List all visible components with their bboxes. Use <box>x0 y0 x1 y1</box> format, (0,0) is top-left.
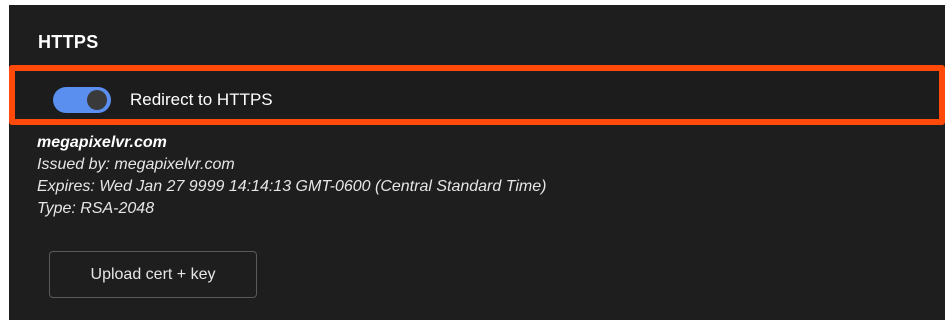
redirect-https-row: Redirect to HTTPS <box>9 65 945 125</box>
certificate-domain: megapixelvr.com <box>37 134 167 151</box>
section-title: HTTPS <box>38 32 99 52</box>
redirect-https-toggle[interactable] <box>53 87 111 113</box>
certificate-type: Type: RSA-2048 <box>37 200 155 217</box>
redirect-https-label: Redirect to HTTPS <box>130 90 273 109</box>
upload-cert-button[interactable]: Upload cert + key <box>49 251 257 298</box>
https-settings-panel: HTTPS Redirect to HTTPS megapixelvr.com … <box>9 5 945 320</box>
certificate-expires: Expires: Wed Jan 27 9999 14:14:13 GMT-06… <box>37 178 547 195</box>
certificate-issued-by: Issued by: megapixelvr.com <box>37 156 235 173</box>
toggle-knob <box>87 90 107 110</box>
certificate-info: megapixelvr.com Issued by: megapixelvr.c… <box>37 132 546 220</box>
